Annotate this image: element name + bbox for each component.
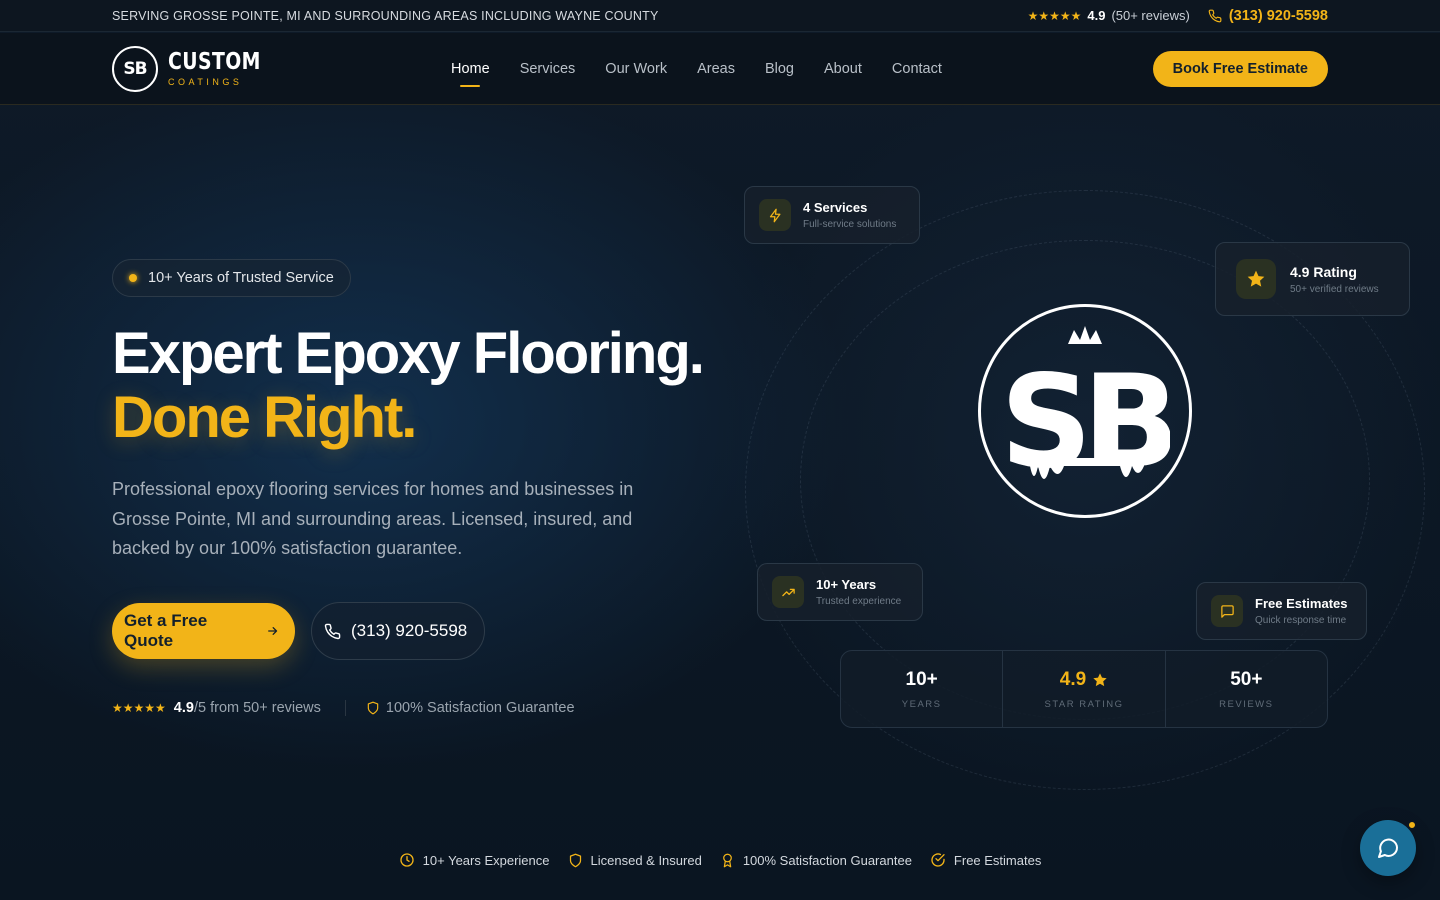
stat-rating: 4.9 STAR RATING [1003, 651, 1166, 727]
trust-badge: 10+ Years of Trusted Service [112, 259, 351, 297]
proof-rating-value: 4.9 [173, 700, 194, 716]
social-proof: ★★★★★ 4.9 /5 from 50+ reviews 100% Satis… [112, 700, 575, 716]
nav-link-about[interactable]: About [824, 61, 862, 77]
proof-rating-text: /5 from 50+ reviews [193, 700, 321, 716]
message-icon [1211, 595, 1243, 627]
clock-icon [399, 853, 414, 867]
trust-item: 10+ Years Experience [399, 852, 550, 868]
stat-label: STAR RATING [1044, 698, 1124, 710]
hero-headline: Expert Epoxy Flooring. [112, 321, 705, 386]
nav-link-our-work[interactable]: Our Work [605, 61, 667, 77]
check-circle-icon [931, 853, 945, 867]
stat-years: 10+ YEARS [841, 651, 1004, 727]
nav-link-blog[interactable]: Blog [765, 61, 794, 77]
estimates-card-subtitle: Quick response time [1255, 615, 1347, 626]
divider [344, 700, 346, 716]
arrow-right-icon [267, 627, 277, 635]
trust-item-label: 10+ Years Experience [422, 852, 550, 868]
star-rating-icon: ★★★★★ [112, 701, 166, 715]
brand-name: CUSTOM [168, 48, 261, 75]
rating-card-title: 4.9 Rating [1290, 263, 1357, 280]
topbar-right: ★★★★★ 4.9 (50+ reviews) (313) 920-5598 [1028, 8, 1328, 24]
phone-icon [1208, 9, 1222, 22]
call-phone-button[interactable]: (313) 920-5598 [311, 602, 485, 660]
trust-badge-label: 10+ Years of Trusted Service [148, 270, 334, 286]
trust-item: Licensed & Insured [568, 852, 702, 868]
stat-value: 10+ [905, 668, 938, 690]
trust-item: Free Estimates [930, 852, 1041, 868]
get-free-quote-button[interactable]: Get a Free Quote [112, 603, 295, 659]
stats-panel: 10+ YEARS 4.9 STAR RATING 50+ REVIEWS [840, 650, 1328, 728]
rating-card: 4.9 Rating 50+ verified reviews [1215, 242, 1410, 316]
get-free-quote-label: Get a Free Quote [124, 611, 208, 650]
hero-description: Professional epoxy flooring services for… [112, 479, 634, 558]
years-card: 10+ Years Trusted experience [757, 563, 923, 621]
hero-headline-accent: Done Right. [112, 385, 417, 450]
phone-icon [324, 623, 341, 639]
status-dot-icon [129, 274, 137, 282]
stat-value: 4.9 [1059, 668, 1087, 690]
trust-item-label: Free Estimates [953, 852, 1042, 868]
star-icon [1093, 672, 1107, 686]
chat-bubble-icon [1378, 838, 1399, 858]
nav-links: Home Services Our Work Areas Blog About … [451, 61, 942, 77]
stat-reviews: 50+ REVIEWS [1166, 651, 1327, 727]
stat-value: 50+ [1230, 668, 1263, 690]
topbar-rating-count: (50+ reviews) [1111, 8, 1190, 23]
stat-label: REVIEWS [1219, 698, 1274, 710]
topbar-rating: ★★★★★ 4.9 (50+ reviews) [1028, 8, 1190, 23]
trust-item: 100% Satisfaction Guarantee [720, 852, 912, 868]
shield-icon [367, 701, 379, 715]
notification-dot-icon [1407, 820, 1417, 830]
stat-value-wrap: 4.9 [1060, 669, 1108, 691]
services-card-subtitle: Full-service solutions [803, 219, 897, 230]
star-rating-icon: ★★★★★ [1027, 8, 1082, 23]
call-phone-label: (313) 920-5598 [351, 621, 468, 640]
star-icon [1236, 259, 1276, 299]
nav-link-home[interactable]: Home [451, 61, 490, 77]
topbar-phone-link[interactable]: (313) 920-5598 [1208, 8, 1328, 24]
trust-bar: 10+ Years Experience Licensed & Insured … [0, 852, 1440, 868]
company-logo-emblem: SB [978, 304, 1192, 518]
sb-crown-logo-icon: SB [1000, 326, 1170, 497]
nav-link-services[interactable]: Services [520, 61, 576, 77]
brand-logo-mark: SB [112, 45, 158, 92]
topbar-rating-value: 4.9 [1087, 8, 1106, 23]
estimates-card: Free Estimates Quick response time [1196, 582, 1367, 640]
announcement-bar: SERVING GROSSE POINTE, MI AND SURROUNDIN… [0, 0, 1440, 32]
chat-widget-button[interactable] [1360, 820, 1417, 876]
stat-label: YEARS [901, 698, 942, 710]
logo-letters: SB [1000, 348, 1170, 497]
nav-link-areas[interactable]: Areas [697, 61, 735, 77]
guarantee-label: 100% Satisfaction Guarantee [385, 700, 575, 716]
lightning-icon [759, 199, 791, 231]
trust-item-label: 100% Satisfaction Guarantee [742, 852, 912, 868]
trust-item-label: Licensed & Insured [590, 852, 702, 868]
brand-logo-link[interactable]: SB CUSTOM COATINGS [112, 45, 452, 92]
topbar-phone-text: (313) 920-5598 [1228, 7, 1328, 24]
services-card: 4 Services Full-service solutions [744, 186, 920, 244]
years-card-subtitle: Trusted experience [816, 596, 902, 607]
rating-card-subtitle: 50+ verified reviews [1290, 283, 1379, 295]
page: SERVING GROSSE POINTE, MI AND SURROUNDIN… [0, 0, 1440, 900]
brand-text: CUSTOM COATINGS [168, 48, 281, 87]
estimates-card-title: Free Estimates [1255, 596, 1348, 611]
service-area-text: SERVING GROSSE POINTE, MI AND SURROUNDIN… [112, 8, 659, 23]
shield-icon [569, 853, 581, 867]
years-card-title: 10+ Years [816, 577, 877, 592]
trending-up-icon [772, 576, 804, 608]
main-navbar: SB CUSTOM COATINGS Home Services Our Wor… [0, 33, 1440, 105]
guarantee-note: 100% Satisfaction Guarantee [366, 700, 575, 716]
services-card-title: 4 Services [803, 200, 868, 215]
award-icon [722, 853, 732, 867]
nav-link-contact[interactable]: Contact [892, 61, 942, 77]
brand-subtitle: COATINGS [168, 76, 243, 87]
book-free-estimate-button[interactable]: Book Free Estimate [1152, 50, 1328, 87]
